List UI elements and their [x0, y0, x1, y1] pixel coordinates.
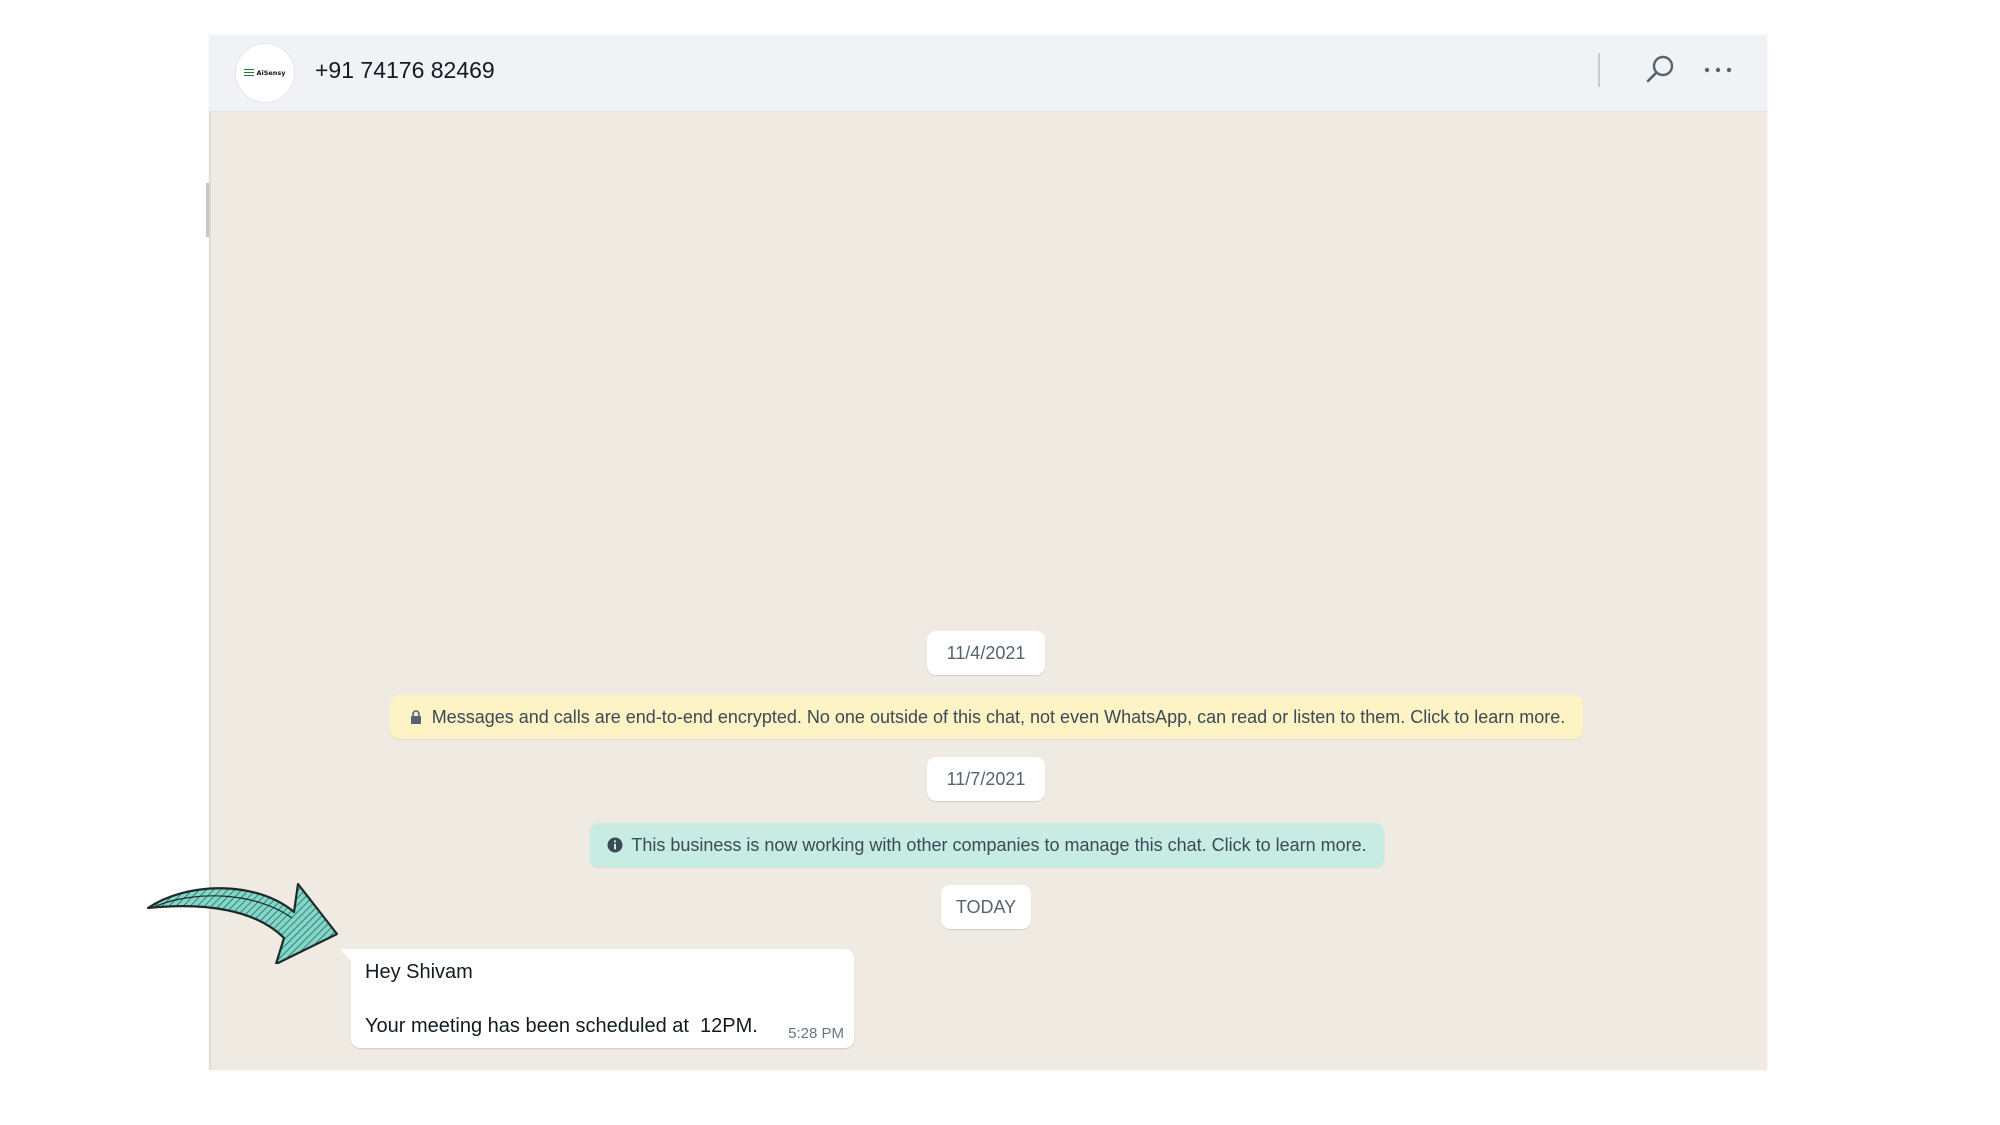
avatar[interactable]: AiSensy [235, 43, 295, 103]
message-timestamp: 5:28 PM [788, 1025, 844, 1042]
more-options-icon [1704, 67, 1732, 73]
date-separator: 11/7/2021 [927, 757, 1045, 801]
logo-lines-icon [244, 69, 255, 77]
avatar-logo-text: AiSensy [256, 69, 286, 77]
pointer-arrow-icon [146, 882, 339, 964]
business-notice-text: This business is now working with other … [631, 834, 1367, 855]
encryption-notice-text: Messages and calls are end-to-end encryp… [431, 706, 1566, 727]
message-text-line: Your meeting has been scheduled at 12PM. [365, 1015, 758, 1037]
header-divider [1598, 53, 1600, 87]
lock-icon [410, 710, 421, 724]
search-icon [1646, 55, 1674, 83]
chat-window: AiSensy +91 74176 82469 11/4/2021 Messag… [209, 35, 1767, 1070]
contact-name[interactable]: +91 74176 82469 [315, 57, 495, 84]
business-notice[interactable]: This business is now working with other … [590, 823, 1384, 867]
info-icon [607, 837, 623, 853]
date-separator: 11/4/2021 [927, 631, 1045, 675]
message-text-line: Hey Shivam [365, 961, 473, 983]
screenshot-stage: AiSensy +91 74176 82469 11/4/2021 Messag… [0, 0, 2000, 1125]
incoming-message-bubble[interactable]: Hey Shivam Your meeting has been schedul… [340, 949, 854, 1048]
more-options-button[interactable] [1698, 53, 1738, 87]
search-button[interactable] [1640, 51, 1680, 91]
encryption-notice[interactable]: Messages and calls are end-to-end encryp… [390, 695, 1583, 739]
chat-header: AiSensy +91 74176 82469 [209, 35, 1767, 112]
date-separator: TODAY [941, 885, 1031, 929]
